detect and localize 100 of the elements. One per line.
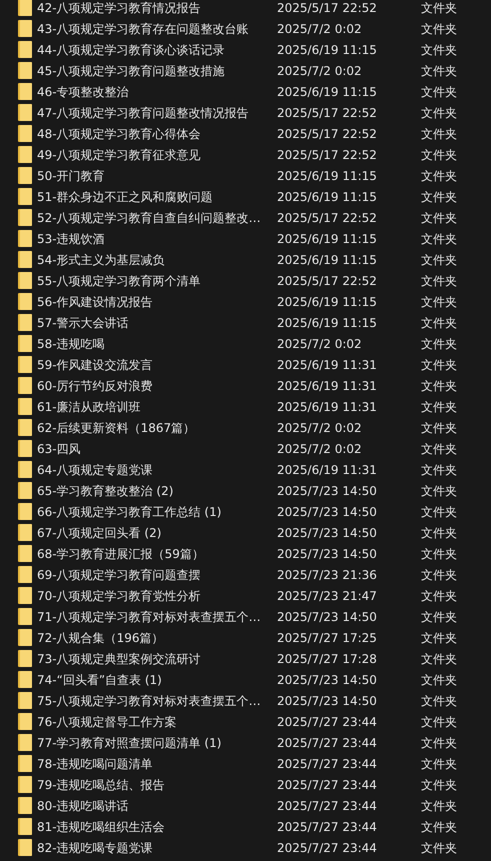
- folder-row[interactable]: 51-群众身边不正之风和腐败问题 2025/6/19 11:15 文件夹: [0, 186, 491, 207]
- folder-row[interactable]: 58-违规吃喝 2025/7/2 0:02 文件夹: [0, 333, 491, 354]
- folder-row[interactable]: 43-八项规定学习教育存在问题整改台账 2025/7/2 0:02 文件夹: [0, 18, 491, 39]
- file-name: 74-“回头看”自查表 (1): [37, 672, 163, 688]
- folder-row[interactable]: 48-八项规定学习教育心得体会 2025/5/17 22:52 文件夹: [0, 123, 491, 144]
- modified-date: 2025/6/19 11:31: [277, 462, 378, 478]
- file-type: 文件夹: [421, 482, 457, 500]
- folder-row[interactable]: 63-四风 2025/7/2 0:02 文件夹: [0, 438, 491, 459]
- folder-icon: [18, 797, 32, 814]
- folder-row[interactable]: 81-违规吃喝组织生活会 2025/7/27 23:44 文件夹: [0, 816, 491, 837]
- folder-icon: [18, 461, 32, 478]
- folder-row[interactable]: 79-违规吃喝总结、报告 2025/7/27 23:44 文件夹: [0, 774, 491, 795]
- file-name: 51-群众身边不正之风和腐败问题: [37, 188, 214, 206]
- folder-row[interactable]: 50-开门教育 2025/6/19 11:15 文件夹: [0, 165, 491, 186]
- folder-row[interactable]: 70-八项规定学习教育党性分析 2025/7/23 21:47 文件夹: [0, 585, 491, 606]
- folder-icon: [18, 377, 32, 394]
- modified-date: 2025/7/23 21:36: [277, 566, 378, 584]
- folder-icon: [18, 62, 32, 79]
- folder-row[interactable]: 56-作风建设情况报告 2025/6/19 11:15 文件夹: [0, 291, 491, 312]
- folder-icon: [18, 692, 32, 709]
- modified-date: 2025/7/27 17:28: [277, 650, 378, 668]
- file-type: 文件夹: [421, 62, 457, 80]
- file-name: 59-作风建设交流发言: [37, 356, 154, 374]
- folder-row[interactable]: 71-八项规定学习教育对标对表查摆五个… 2025/7/23 14:50 文件夹: [0, 606, 491, 627]
- modified-date: 2025/7/23 21:47: [277, 588, 378, 604]
- folder-row[interactable]: 72-八规合集（196篇） 2025/7/27 17:25 文件夹: [0, 627, 491, 648]
- folder-icon: [18, 818, 32, 835]
- folder-row[interactable]: 69-八项规定学习教育问题查摆 2025/7/23 21:36 文件夹: [0, 564, 491, 585]
- folder-row[interactable]: 68-学习教育进展汇报（59篇） 2025/7/23 14:50 文件夹: [0, 543, 491, 564]
- file-name: 46-专项整改整治: [37, 84, 130, 100]
- file-type: 文件夹: [421, 462, 457, 478]
- folder-row[interactable]: 80-违规吃喝讲话 2025/7/27 23:44 文件夹: [0, 795, 491, 816]
- file-type: 文件夹: [421, 378, 457, 394]
- modified-date: 2025/7/23 14:50: [277, 692, 378, 710]
- file-name: 53-违规饮酒: [37, 230, 106, 248]
- folder-row[interactable]: 53-违规饮酒 2025/6/19 11:15 文件夹: [0, 228, 491, 249]
- folder-icon: [18, 167, 32, 184]
- folder-icon: [18, 629, 32, 646]
- modified-date: 2025/5/17 22:52: [277, 0, 378, 16]
- folder-row[interactable]: 73-八项规定典型案例交流研讨 2025/7/27 17:28 文件夹: [0, 648, 491, 669]
- folder-row[interactable]: 57-警示大会讲话 2025/6/19 11:15 文件夹: [0, 312, 491, 333]
- modified-date: 2025/6/19 11:15: [277, 188, 378, 206]
- folder-row[interactable]: 82-违规吃喝专题党课 2025/7/27 23:44 文件夹: [0, 837, 491, 858]
- modified-date: 2025/7/23 14:50: [277, 504, 378, 520]
- folder-row[interactable]: 42-八项规定学习教育情况报告 2025/5/17 22:52 文件夹: [0, 0, 491, 18]
- folder-icon: [18, 566, 32, 583]
- folder-icon: [18, 608, 32, 625]
- folder-icon: [18, 104, 32, 121]
- file-name: 60-厉行节约反对浪费: [37, 378, 154, 394]
- file-type: 文件夹: [421, 336, 457, 352]
- file-type: 文件夹: [421, 398, 457, 416]
- file-name: 70-八项规定学习教育党性分析: [37, 588, 202, 604]
- modified-date: 2025/7/27 23:44: [277, 818, 378, 836]
- file-type: 文件夹: [421, 188, 457, 206]
- modified-date: 2025/7/23 14:50: [277, 672, 378, 688]
- folder-row[interactable]: 74-“回头看”自查表 (1) 2025/7/23 14:50 文件夹: [0, 669, 491, 690]
- folder-row[interactable]: 77-学习教育对照查摆问题清单 (1) 2025/7/27 23:44 文件夹: [0, 732, 491, 753]
- folder-icon: [18, 209, 32, 226]
- folder-row[interactable]: 45-八项规定学习教育问题整改措施 2025/7/2 0:02 文件夹: [0, 60, 491, 81]
- folder-row[interactable]: 65-学习教育整改整治 (2) 2025/7/23 14:50 文件夹: [0, 480, 491, 501]
- file-type: 文件夹: [421, 734, 457, 752]
- modified-date: 2025/7/2 0:02: [277, 420, 363, 436]
- folder-row[interactable]: 61-廉洁从政培训班 2025/6/19 11:31 文件夹: [0, 396, 491, 417]
- modified-date: 2025/6/19 11:15: [277, 168, 378, 184]
- folder-row[interactable]: 64-八项规定专题党课 2025/6/19 11:31 文件夹: [0, 459, 491, 480]
- file-name: 82-违规吃喝专题党课: [37, 840, 154, 856]
- folder-row[interactable]: 46-专项整改整治 2025/6/19 11:15 文件夹: [0, 81, 491, 102]
- folder-row[interactable]: 59-作风建设交流发言 2025/6/19 11:31 文件夹: [0, 354, 491, 375]
- modified-date: 2025/7/23 14:50: [277, 482, 378, 500]
- file-type: 文件夹: [421, 546, 457, 562]
- folder-row[interactable]: 75-八项规定学习教育对标对表查摆五个… 2025/7/23 14:50 文件夹: [0, 690, 491, 711]
- folder-row[interactable]: 52-八项规定学习教育自查自纠问题整改… 2025/5/17 22:52 文件夹: [0, 207, 491, 228]
- folder-icon: [18, 146, 32, 163]
- file-type: 文件夹: [421, 294, 457, 310]
- folder-row[interactable]: 60-厉行节约反对浪费 2025/6/19 11:31 文件夹: [0, 375, 491, 396]
- folder-icon: [18, 230, 32, 247]
- folder-icon: [18, 671, 32, 688]
- folder-icon: [18, 503, 32, 520]
- folder-row[interactable]: 62-后续更新资料（1867篇） 2025/7/2 0:02 文件夹: [0, 417, 491, 438]
- file-name: 56-作风建设情况报告: [37, 294, 154, 310]
- folder-row[interactable]: 78-违规吃喝问题清单 2025/7/27 23:44 文件夹: [0, 753, 491, 774]
- file-name: 65-学习教育整改整治 (2): [37, 482, 174, 500]
- folder-row[interactable]: 66-八项规定学习教育工作总结 (1) 2025/7/23 14:50 文件夹: [0, 501, 491, 522]
- folder-row[interactable]: 47-八项规定学习教育问题整改情况报告 2025/5/17 22:52 文件夹: [0, 102, 491, 123]
- file-name: 45-八项规定学习教育问题整改措施: [37, 62, 226, 80]
- folder-row[interactable]: 55-八项规定学习教育两个清单 2025/5/17 22:52 文件夹: [0, 270, 491, 291]
- folder-row[interactable]: 54-形式主义为基层减负 2025/6/19 11:15 文件夹: [0, 249, 491, 270]
- folder-row[interactable]: 76-八项规定督导工作方案 2025/7/27 23:44 文件夹: [0, 711, 491, 732]
- folder-row[interactable]: 44-八项规定学习教育谈心谈话记录 2025/6/19 11:15 文件夹: [0, 39, 491, 60]
- file-name: 58-违规吃喝: [37, 336, 106, 352]
- modified-date: 2025/6/19 11:15: [277, 84, 378, 100]
- folder-row[interactable]: 67-八项规定回头看 (2) 2025/7/23 14:50 文件夹: [0, 522, 491, 543]
- folder-icon: [18, 83, 32, 100]
- file-name: 79-违规吃喝总结、报告: [37, 776, 166, 794]
- folder-icon: [18, 419, 32, 436]
- modified-date: 2025/5/17 22:52: [277, 104, 378, 122]
- modified-date: 2025/7/27 17:25: [277, 630, 378, 646]
- folder-icon: [18, 524, 32, 541]
- folder-row[interactable]: 49-八项规定学习教育征求意见 2025/5/17 22:52 文件夹: [0, 144, 491, 165]
- folder-icon: [18, 839, 32, 856]
